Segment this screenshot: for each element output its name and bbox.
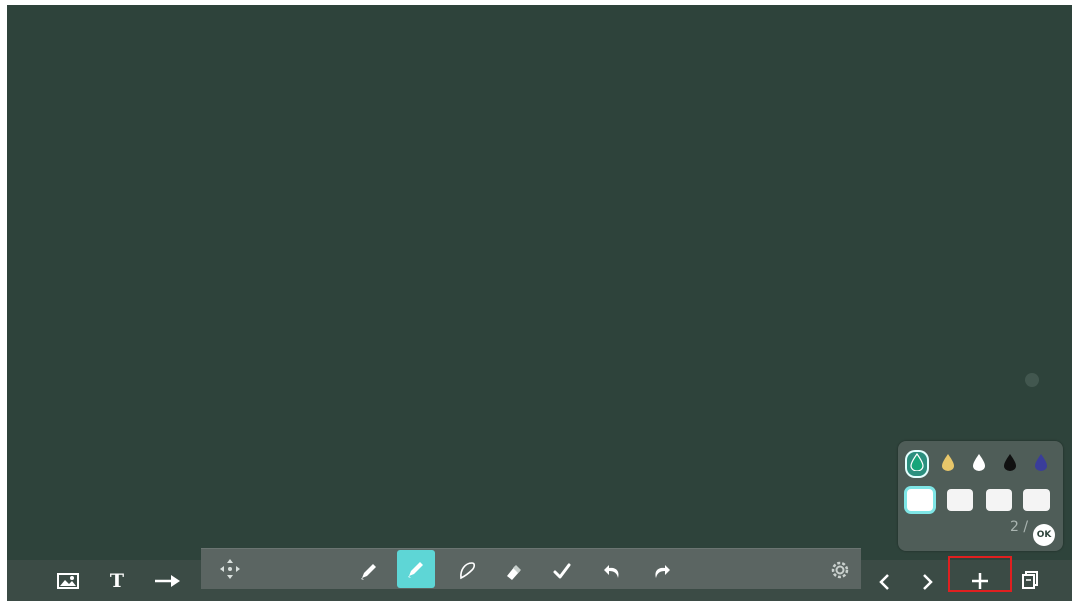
insert-text-button[interactable]: T: [104, 566, 130, 596]
size-option-3[interactable]: [986, 489, 1012, 511]
undo-button[interactable]: [598, 556, 628, 586]
droplet-icon: [910, 452, 924, 475]
insert-image-button[interactable]: [55, 568, 81, 594]
add-page-button[interactable]: [965, 566, 995, 596]
chevron-left-icon: [877, 572, 891, 592]
page-indicator: 2 /: [1010, 519, 1029, 535]
redo-icon: [650, 560, 672, 582]
size-option-1[interactable]: [907, 489, 933, 511]
insert-arrow-button[interactable]: [150, 568, 184, 594]
whiteboard-app: T 2 / OK: [0, 0, 1075, 601]
previous-page-button[interactable]: [871, 568, 897, 596]
pencil-button[interactable]: [354, 556, 384, 586]
eraser-icon: [503, 560, 525, 582]
arrow-right-icon: [153, 574, 181, 588]
gear-icon: [829, 559, 851, 581]
color-teal[interactable]: [907, 452, 927, 476]
color-blue[interactable]: [1031, 452, 1051, 476]
pages-button[interactable]: [1017, 566, 1043, 594]
size-option-4[interactable]: [1023, 489, 1050, 511]
image-icon: [57, 573, 79, 589]
redo-button[interactable]: [646, 556, 676, 586]
pages-icon: [1020, 570, 1040, 590]
highlighter-icon: [404, 557, 428, 581]
color-white[interactable]: [969, 452, 989, 476]
text-icon: T: [109, 570, 125, 592]
size-option-2[interactable]: [947, 489, 973, 511]
color-black[interactable]: [1000, 452, 1020, 476]
settings-button[interactable]: [826, 556, 854, 584]
faint-marker: [1025, 373, 1039, 387]
lasso-icon: [456, 560, 478, 582]
droplet-icon: [1034, 453, 1048, 475]
droplet-icon: [1003, 453, 1017, 475]
ok-button[interactable]: OK: [1033, 524, 1055, 546]
drawing-toolbar: [201, 548, 861, 589]
plus-icon: [969, 570, 991, 592]
undo-icon: [602, 560, 624, 582]
next-page-button[interactable]: [915, 568, 941, 596]
highlighter-button[interactable]: [397, 550, 435, 588]
chevron-right-icon: [921, 572, 935, 592]
check-icon: [551, 560, 573, 582]
move-icon: [217, 557, 243, 581]
eraser-button[interactable]: [499, 556, 529, 586]
droplet-icon: [941, 453, 955, 475]
lasso-button[interactable]: [452, 556, 482, 586]
check-button[interactable]: [547, 556, 577, 586]
move-button[interactable]: [215, 556, 245, 582]
droplet-icon: [972, 453, 986, 475]
color-yellow[interactable]: [938, 452, 958, 476]
pencil-icon: [358, 560, 380, 582]
